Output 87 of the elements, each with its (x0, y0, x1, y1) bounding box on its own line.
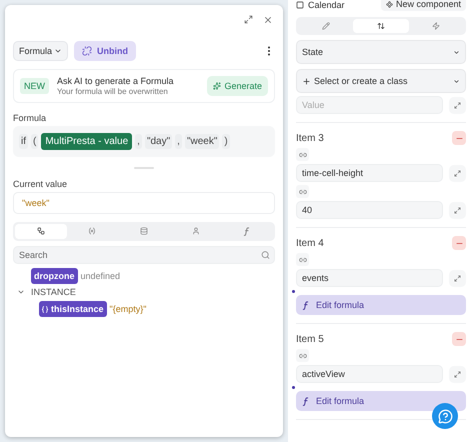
function-icon (302, 396, 310, 406)
pencil-icon (322, 22, 330, 30)
unlink-icon (82, 46, 92, 56)
plus-icon (302, 76, 311, 86)
expand-icon (454, 206, 461, 214)
question-icon (438, 408, 452, 424)
group-toggle[interactable]: INSTANCE (13, 287, 275, 297)
expand-icon[interactable] (244, 15, 253, 24)
key-field[interactable]: activeView (296, 365, 443, 383)
current-value-label: Current value (13, 179, 68, 189)
expand-button[interactable] (449, 270, 466, 286)
formula-token: ) (222, 134, 230, 149)
explorer-tab[interactable] (15, 224, 67, 239)
formula-label: Formula (13, 113, 48, 123)
braces-icon (42, 306, 48, 312)
expand-icon (454, 370, 461, 378)
remove-button[interactable] (452, 236, 466, 250)
variable-value: undefined (80, 271, 120, 281)
panel-tab[interactable] (353, 19, 409, 33)
link-button[interactable] (296, 148, 309, 161)
component-name: Calendar (308, 1, 345, 9)
formula-token: , (175, 134, 182, 149)
new-badge: NEW (20, 78, 49, 94)
variable-value: "{empty}" (110, 304, 146, 314)
search-field[interactable]: Search (13, 246, 275, 264)
component-icon (386, 0, 393, 8)
chevron-down-icon (453, 48, 460, 56)
key-field[interactable]: events (296, 269, 443, 287)
bolt-icon (432, 22, 440, 30)
close-icon[interactable] (263, 15, 273, 25)
link-button[interactable] (296, 185, 309, 198)
chevron-down-icon (54, 47, 62, 55)
expand-button[interactable] (449, 366, 466, 382)
variable-token: MultiPresta - value (41, 133, 132, 150)
new-component-button[interactable]: New component (380, 0, 466, 11)
expand-icon (454, 274, 461, 282)
generate-button[interactable]: Generate (207, 76, 268, 96)
expand-icon (454, 102, 461, 108)
mode-dropdown[interactable]: Formula (13, 41, 68, 61)
link-icon (298, 256, 306, 264)
expand-icon (454, 170, 461, 176)
square-icon (296, 1, 304, 9)
user-icon (192, 227, 200, 235)
chevron-down-icon (17, 288, 25, 296)
formula-editor[interactable]: if ( MultiPresta - value , "day" , "week" ) (13, 126, 275, 157)
item-title: Item 3 (296, 132, 324, 144)
formula-token: ( (31, 134, 38, 149)
item-title: Item 4 (296, 238, 324, 248)
banner-title: Ask AI to generate a Formula (57, 76, 175, 86)
database-icon (140, 227, 148, 235)
value-field[interactable]: 40 (296, 201, 443, 219)
formula-token: "week" (184, 134, 220, 149)
banner-subtitle: Your formula will be overwritten (57, 87, 169, 96)
state-select[interactable]: State (296, 40, 466, 64)
link-icon (298, 150, 306, 158)
edit-formula-button[interactable]: Edit formula (296, 295, 466, 315)
remove-button[interactable] (452, 332, 466, 346)
sort-icon (376, 22, 385, 30)
remove-button[interactable] (452, 131, 466, 145)
link-button[interactable] (296, 349, 309, 362)
search-icon (261, 250, 270, 260)
formula-token: if (19, 134, 28, 149)
formula-token: "day" (144, 134, 172, 149)
bound-dot (292, 290, 295, 293)
current-value-field: "week" (13, 192, 275, 214)
edit-formula-button[interactable]: Edit formula (296, 391, 466, 411)
expand-button[interactable] (449, 202, 466, 218)
bound-dot (292, 386, 295, 389)
expand-button[interactable] (449, 164, 466, 182)
sparkle-icon (213, 82, 222, 90)
function-icon (302, 300, 310, 310)
item-title: Item 5 (296, 334, 324, 344)
variable-icon (88, 227, 96, 235)
variable-chip[interactable]: dropzone (31, 268, 78, 284)
key-field[interactable]: time-cell-height (296, 164, 443, 182)
function-icon (243, 227, 252, 236)
expand-button[interactable] (449, 96, 466, 114)
tree-icon (36, 227, 45, 235)
unbind-button[interactable]: Unbind (74, 41, 136, 61)
link-icon (298, 188, 306, 196)
class-select[interactable]: Select or create a class (296, 69, 466, 93)
link-icon (298, 352, 306, 360)
help-button[interactable] (432, 403, 458, 429)
variable-chip[interactable]: thisInstance (39, 301, 107, 317)
formula-token: , (135, 134, 142, 149)
link-button[interactable] (296, 253, 309, 266)
chevron-down-icon (453, 78, 460, 84)
